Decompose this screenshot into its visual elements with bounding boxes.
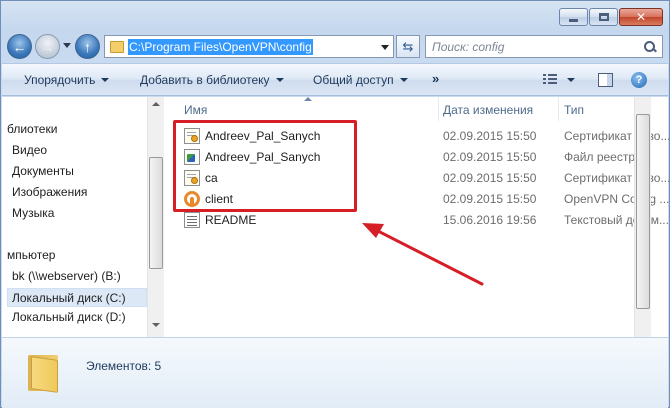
annotation-arrow-icon — [362, 223, 484, 286]
